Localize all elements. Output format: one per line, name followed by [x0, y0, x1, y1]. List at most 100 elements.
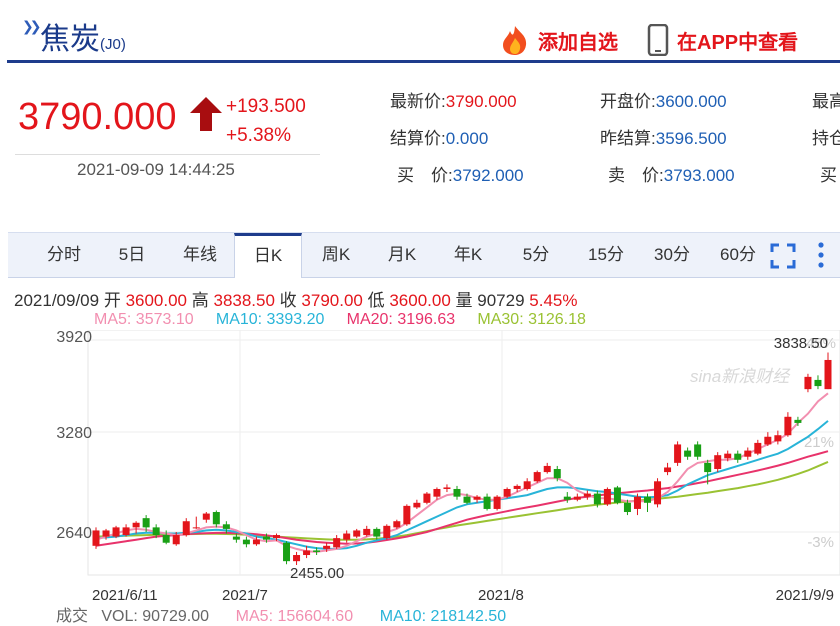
field-open-interest: 持仓 [812, 129, 840, 148]
candle-body[interactable] [674, 444, 682, 463]
candle-body[interactable] [122, 527, 130, 536]
candle-body[interactable] [283, 542, 291, 562]
candle-body[interactable] [413, 502, 421, 508]
candle-body[interactable] [764, 436, 772, 445]
candle-body[interactable] [503, 488, 511, 497]
candle-body[interactable] [654, 481, 662, 505]
sina-watermark: sina新浪财经 [690, 367, 791, 386]
candle-body[interactable] [563, 496, 571, 500]
candle-body[interactable] [684, 450, 692, 457]
candle-body[interactable] [172, 535, 180, 545]
price-change-pct: +5.38% [226, 125, 291, 146]
candle-body[interactable] [423, 493, 431, 503]
candle-body[interactable] [102, 530, 110, 537]
tab-60min[interactable]: 60分 [706, 233, 770, 277]
candle-body[interactable] [182, 521, 190, 536]
candle-body[interactable] [754, 442, 762, 454]
tab-15min[interactable]: 15分 [574, 233, 638, 277]
candle-body[interactable] [112, 527, 120, 537]
candle-body[interactable] [593, 493, 601, 505]
candle-body[interactable] [814, 379, 822, 387]
candle-body[interactable] [473, 496, 481, 500]
candle-body[interactable] [483, 496, 491, 509]
add-watchlist-button[interactable]: 添加自选 [498, 24, 618, 56]
quote-divider [15, 154, 320, 155]
candle-body[interactable] [192, 527, 200, 529]
candle-body[interactable] [623, 502, 631, 513]
candle-body[interactable] [323, 545, 331, 549]
x-tick-aug: 2021/8 [478, 587, 524, 602]
candle-body[interactable] [603, 488, 611, 505]
candle-body[interactable] [794, 419, 802, 423]
kline-chart[interactable]: 3920 3280 2640 45% 21% -3% sina新浪财经 3838… [0, 330, 840, 602]
candle-body[interactable] [363, 528, 371, 536]
tab-30min[interactable]: 30分 [640, 233, 704, 277]
tab-yearly-k[interactable]: 年K [438, 233, 498, 277]
candle-body[interactable] [633, 496, 641, 509]
candle-body[interactable] [804, 376, 812, 390]
candle-body[interactable] [272, 535, 280, 539]
candle-body[interactable] [303, 550, 311, 556]
candle-body[interactable] [543, 465, 551, 473]
tab-weekly-k[interactable]: 周K [306, 233, 366, 277]
candle-body[interactable] [152, 527, 160, 536]
candle-body[interactable] [202, 513, 210, 520]
quote-timestamp: 2021-09-09 14:44:25 [77, 160, 235, 179]
candle-body[interactable] [293, 555, 301, 562]
candle-body[interactable] [142, 518, 150, 528]
candle-body[interactable] [353, 530, 361, 537]
fullscreen-icon[interactable] [770, 243, 796, 269]
candle-body[interactable] [533, 472, 541, 482]
candle-body[interactable] [313, 550, 321, 552]
candle-body[interactable] [212, 512, 220, 525]
candle-body[interactable] [162, 535, 170, 543]
candle-body[interactable] [393, 521, 401, 528]
candle-body[interactable] [232, 536, 240, 540]
candle-body[interactable] [493, 496, 501, 509]
tab-intraday[interactable]: 分时 [32, 233, 96, 277]
candle-body[interactable] [774, 435, 782, 442]
view-in-app-button[interactable]: 在APP中查看 [647, 24, 798, 56]
candle-body[interactable] [644, 496, 652, 503]
candle-body[interactable] [383, 525, 391, 539]
candle-body[interactable] [553, 469, 561, 479]
candle-body[interactable] [694, 444, 702, 457]
info-high: 3838.50 [213, 291, 275, 310]
tab-5day[interactable]: 5日 [104, 233, 160, 277]
x-tick-end: 2021/9/9 [776, 587, 834, 602]
candle-body[interactable] [333, 538, 341, 548]
candle-body[interactable] [613, 487, 621, 503]
more-menu-icon[interactable] [816, 241, 826, 269]
tab-5min[interactable]: 5分 [508, 233, 564, 277]
candle-body[interactable] [784, 416, 792, 436]
candle-body[interactable] [824, 359, 832, 390]
candle-body[interactable] [222, 524, 230, 529]
candle-body[interactable] [343, 533, 351, 540]
candle-body[interactable] [242, 539, 250, 545]
candle-body[interactable] [513, 485, 521, 489]
candle-body[interactable] [664, 467, 672, 473]
candle-body[interactable] [443, 487, 451, 489]
tab-year-line[interactable]: 年线 [168, 233, 232, 277]
candle-body[interactable] [744, 450, 752, 457]
candle-body[interactable] [463, 496, 471, 503]
candle-body[interactable] [373, 528, 381, 537]
candle-body[interactable] [403, 505, 411, 525]
candle-body[interactable] [573, 496, 581, 500]
candle-body[interactable] [714, 455, 722, 470]
candle-body[interactable] [453, 488, 461, 497]
candle-body[interactable] [734, 453, 742, 460]
y-tick-3920: 3920 [56, 330, 92, 346]
candle-body[interactable] [583, 493, 591, 497]
candle-body[interactable] [523, 481, 531, 489]
candle-body[interactable] [92, 530, 100, 546]
candle-body[interactable] [252, 539, 260, 545]
ma30-legend: MA30: 3126.18 [477, 311, 586, 328]
candle-body[interactable] [724, 453, 732, 459]
candle-body[interactable] [262, 536, 270, 540]
tab-daily-k[interactable]: 日K [234, 233, 302, 278]
candle-body[interactable] [433, 488, 441, 497]
candle-body[interactable] [132, 522, 140, 528]
tab-monthly-k[interactable]: 月K [372, 233, 432, 277]
candle-body[interactable] [704, 462, 712, 473]
